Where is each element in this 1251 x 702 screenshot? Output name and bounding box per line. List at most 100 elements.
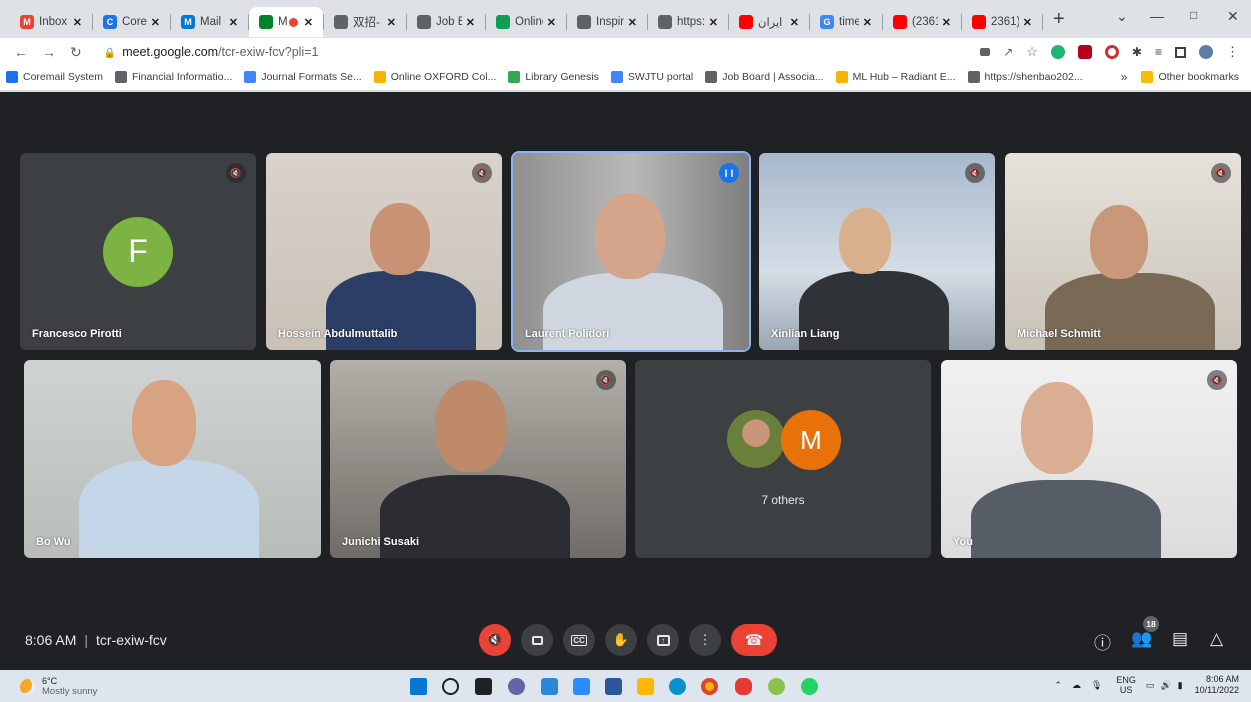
tab-close-icon[interactable]: ✕ — [73, 16, 82, 29]
participant-tile[interactable]: Junichi Susaki 🔇 — [330, 360, 626, 558]
tab-close-icon[interactable]: ✕ — [387, 16, 396, 29]
participant-tile[interactable]: F Francesco Pirotti 🔇 — [20, 153, 256, 350]
browser-tab[interactable]: (2361 ✕ — [883, 7, 961, 37]
bookmark-item[interactable]: Online OXFORD Col... — [373, 71, 496, 83]
profile-avatar[interactable] — [1199, 45, 1213, 59]
tab-close-icon[interactable]: ✕ — [304, 16, 313, 29]
tab-close-icon[interactable]: ✕ — [151, 16, 160, 29]
new-tab-icon[interactable]: + — [1053, 8, 1065, 31]
participant-tile[interactable]: M 7 others — [635, 360, 931, 558]
search-icon[interactable] — [442, 678, 459, 695]
meeting-code[interactable]: tcr-exiw-fcv — [96, 632, 167, 648]
activities-icon[interactable]: △ — [1210, 629, 1223, 649]
reload-icon[interactable]: ↻ — [70, 44, 82, 61]
microphone-icon[interactable]: 🎙 — [1091, 680, 1102, 691]
bookmark-item[interactable]: SWJTU portal — [610, 71, 693, 83]
back-icon[interactable]: ← — [14, 44, 28, 60]
display-icon[interactable]: ▭ — [1146, 680, 1155, 691]
start-icon[interactable] — [410, 678, 427, 695]
word-icon[interactable] — [605, 678, 622, 695]
tab-close-icon[interactable]: ✕ — [628, 16, 637, 29]
language-indicator[interactable]: ENG US — [1116, 675, 1136, 695]
bookmark-item[interactable]: Library Genesis — [508, 71, 599, 83]
browser-tab[interactable]: C Coren ✕ — [93, 7, 170, 37]
browser-tab[interactable]: https: ✕ — [648, 7, 728, 37]
browser-tab[interactable]: Gtime i ✕ — [810, 7, 882, 37]
extension-pdf-icon[interactable] — [1077, 45, 1092, 59]
chrome-icon[interactable] — [701, 678, 718, 695]
teams-chat-icon[interactable] — [508, 678, 525, 695]
browser-tab[interactable]: Inspir ✕ — [567, 7, 647, 37]
captions-button[interactable]: CC — [563, 624, 595, 656]
extension-grammarly-icon[interactable] — [1050, 45, 1065, 59]
leave-call-button[interactable]: ☎ — [731, 624, 777, 656]
battery-icon[interactable]: ▮ — [1178, 680, 1183, 691]
share-icon[interactable]: ↗ — [1003, 45, 1013, 59]
mic-off-button[interactable]: 🔇 — [479, 624, 511, 656]
bookmark-item[interactable]: Job Board | Associa... — [705, 71, 824, 83]
meeting-details-icon[interactable]: ⓘ — [1094, 629, 1111, 654]
participant-tile[interactable]: Hossein Abdulmuttalib 🔇 — [266, 153, 502, 350]
participant-tile[interactable]: Michael Schmitt 🔇 — [1005, 153, 1241, 350]
bookmark-item[interactable]: ML Hub – Radiant E... — [835, 71, 956, 83]
tab-close-icon[interactable]: ✕ — [709, 16, 718, 29]
side-panel-icon[interactable] — [1175, 46, 1186, 58]
whatsapp-icon[interactable] — [801, 678, 818, 695]
bookmark-item[interactable]: Coremail System — [6, 71, 103, 83]
show-hidden-icons-icon[interactable]: ⌃ — [1054, 680, 1062, 691]
bookmark-item[interactable]: https://shenbao202... — [967, 71, 1083, 83]
wechat-icon[interactable] — [768, 678, 785, 695]
onedrive-icon[interactable]: ☁ — [1072, 680, 1081, 691]
extension-opera-icon[interactable] — [1104, 45, 1119, 59]
browser-tab[interactable]: M Mail - ✕ — [171, 7, 248, 37]
reading-list-icon[interactable]: ≡ — [1155, 45, 1162, 59]
extensions-puzzle-icon[interactable]: ✱ — [1132, 45, 1142, 59]
task-view-icon[interactable] — [475, 678, 492, 695]
bookmark-item[interactable]: Journal Formats Se... — [244, 71, 362, 83]
browser-tab[interactable]: Job B ✕ — [407, 7, 485, 37]
present-button[interactable]: ↑ — [647, 624, 679, 656]
browser-tab[interactable]: ایران ✕ — [729, 7, 809, 37]
browser-tab[interactable]: M Inbox ✕ — [10, 7, 92, 37]
restore-icon[interactable]: □ — [1190, 8, 1197, 22]
tab-close-icon[interactable]: ✕ — [547, 16, 556, 29]
camera-indicator-icon[interactable] — [980, 48, 991, 56]
other-bookmarks[interactable]: Other bookmarks — [1141, 71, 1239, 83]
file-explorer-icon[interactable] — [637, 678, 654, 695]
tab-close-icon[interactable]: ✕ — [863, 16, 872, 29]
tab-close-icon[interactable]: ✕ — [229, 16, 238, 29]
tab-search-icon[interactable]: ⌄ — [1116, 8, 1128, 25]
volume-icon[interactable]: 🔊 — [1160, 680, 1171, 691]
minimize-icon[interactable]: — — [1150, 8, 1164, 24]
participant-tile[interactable]: Xinlian Liang 🔇 — [759, 153, 995, 350]
tab-close-icon[interactable]: ✕ — [790, 16, 799, 29]
zoom-icon[interactable] — [573, 678, 590, 695]
forward-icon[interactable]: → — [42, 44, 56, 60]
tab-close-icon[interactable]: ✕ — [1023, 16, 1032, 29]
chat-icon[interactable]: ▤ — [1172, 629, 1188, 649]
participant-tile[interactable]: You 🔇 — [941, 360, 1237, 558]
bookmark-star-icon[interactable]: ☆ — [1026, 44, 1038, 60]
tab-close-icon[interactable]: ✕ — [942, 16, 951, 29]
browser-tab[interactable]: M ✕ — [249, 7, 323, 37]
desktop-icon[interactable] — [541, 678, 558, 695]
weather-widget[interactable]: 6°C Mostly sunny — [20, 676, 97, 697]
chrome-menu-icon[interactable]: ⋮ — [1226, 44, 1239, 60]
browser-tab[interactable]: 2361) ✕ — [962, 7, 1042, 37]
paint-icon[interactable] — [735, 678, 752, 695]
participant-tile[interactable]: Laurent Polidori ❙❙ — [513, 153, 749, 350]
more-bookmarks-icon[interactable]: » — [1121, 70, 1128, 84]
raise-hand-button[interactable]: ✋ — [605, 624, 637, 656]
url-field[interactable]: 🔒 meet.google.com/tcr-exiw-fcv?pli=1 — [104, 45, 980, 59]
camera-button[interactable] — [521, 624, 553, 656]
people-icon[interactable]: 👥 — [1131, 629, 1152, 649]
close-window-icon[interactable]: ✕ — [1227, 8, 1239, 25]
participant-tile[interactable]: Bo Wu — [24, 360, 321, 558]
taskbar-clock[interactable]: 8:06 AM 10/11/2022 — [1195, 674, 1239, 696]
bookmark-item[interactable]: Financial Informatio... — [114, 71, 232, 83]
tab-close-icon[interactable]: ✕ — [466, 16, 475, 29]
browser-tab[interactable]: 双招‐ ✕ — [324, 7, 406, 37]
edge-icon[interactable] — [669, 678, 686, 695]
browser-tab[interactable]: Online ✕ — [486, 7, 566, 37]
more-options-button[interactable]: ⋮ — [689, 624, 721, 656]
